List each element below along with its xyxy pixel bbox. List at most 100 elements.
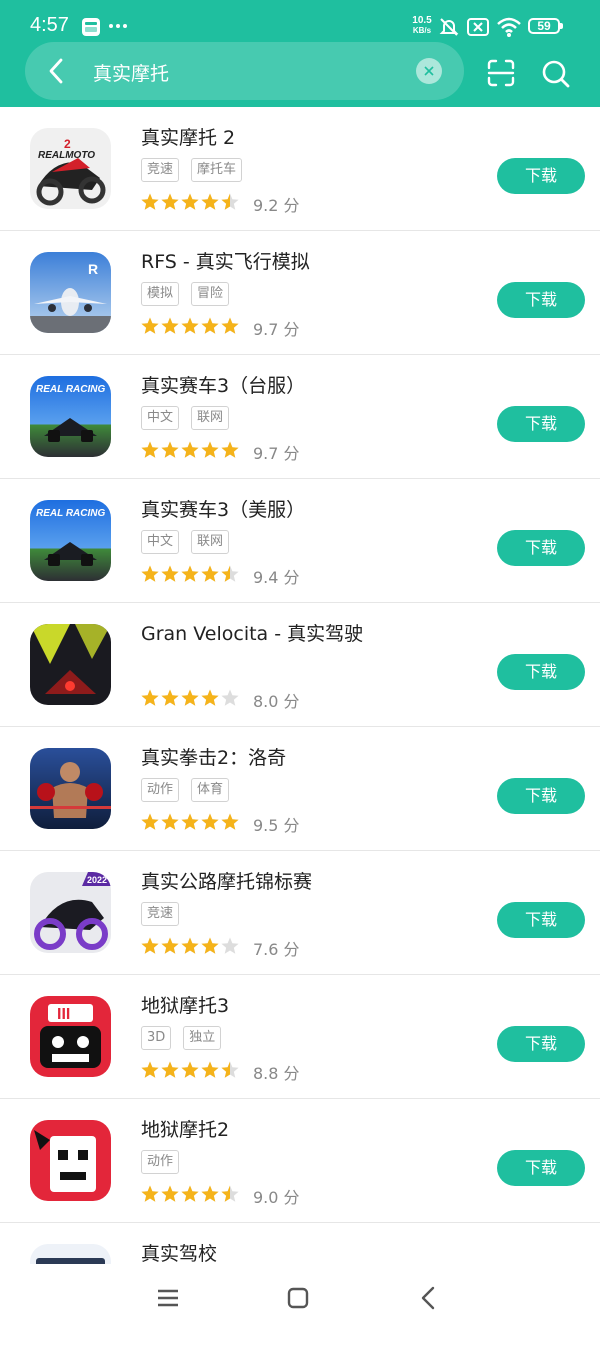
menu-icon[interactable] (156, 1286, 180, 1310)
search-box[interactable] (25, 42, 464, 100)
star-filled-icon (141, 441, 159, 458)
score: 8.8 分 (253, 1064, 300, 1083)
star-filled-icon (161, 565, 179, 582)
list-item[interactable]: 2022 真实公路摩托锦标赛 竞速 7.6 分 下载 (0, 851, 600, 975)
star-filled-icon (201, 813, 219, 830)
tag-group: 动作 (141, 1150, 191, 1174)
battery-icon: 59 (528, 18, 563, 34)
star-empty-icon (221, 689, 239, 706)
clear-search-button[interactable] (416, 58, 442, 84)
real-racing-3-icon: REAL RACING (30, 376, 111, 457)
tag-group: 动作 体育 (141, 778, 241, 802)
boxing-icon (30, 748, 111, 829)
star-filled-icon (221, 441, 239, 458)
list-item[interactable]: REALMOTO 2 真实摩托 2 竞速 摩托车 9.2 分 下载 (0, 107, 600, 231)
list-item[interactable]: 真实拳击2：洛奇 动作 体育 9.5 分 下载 (0, 727, 600, 851)
tag-group: 模拟 冒险 (141, 282, 241, 306)
back-icon[interactable] (418, 1286, 440, 1310)
download-button[interactable]: 下载 (497, 1150, 585, 1186)
back-arrow-icon[interactable] (44, 56, 68, 86)
star-filled-icon (201, 317, 219, 334)
tag: 中文 (141, 530, 180, 554)
star-rating (141, 689, 239, 706)
star-filled-icon (141, 317, 159, 334)
tag-group: 中文 联网 (141, 530, 241, 554)
tag: 竞速 (141, 158, 180, 182)
star-filled-icon (161, 689, 179, 706)
star-filled-icon (201, 441, 219, 458)
list-item[interactable]: Gran Velocita - 真实驾驶 8.0 分 下载 (0, 603, 600, 727)
star-rating (141, 1185, 239, 1202)
app-name[interactable]: 真实赛车3（台服） (141, 371, 305, 398)
download-button[interactable]: 下载 (497, 654, 585, 690)
list-item[interactable]: 地狱摩托2 动作 9.0 分 下载 (0, 1099, 600, 1223)
star-filled-icon (141, 1061, 159, 1078)
star-empty-icon (221, 937, 239, 954)
star-rating (141, 813, 239, 830)
list-item[interactable]: III 地狱摩托3 3D 独立 8.8 分 下载 (0, 975, 600, 1099)
tag: 动作 (141, 778, 180, 802)
star-filled-icon (201, 689, 219, 706)
star-filled-icon (141, 1185, 159, 1202)
star-filled-icon (201, 193, 219, 210)
score: 8.0 分 (253, 692, 300, 711)
star-filled-icon (181, 441, 199, 458)
star-filled-icon (161, 1061, 179, 1078)
wifi-icon (497, 17, 521, 37)
app-name[interactable]: 地狱摩托3 (141, 991, 229, 1018)
star-filled-icon (221, 317, 239, 334)
tag-group: 中文 联网 (141, 406, 241, 430)
app-name[interactable]: RFS - 真实飞行模拟 (141, 247, 310, 274)
star-rating (141, 1061, 239, 1078)
download-button[interactable]: 下载 (497, 1026, 585, 1062)
tag: 联网 (191, 530, 230, 554)
list-item[interactable]: REAL RACING 真实赛车3（台服） 中文 联网 9.7 分 下载 (0, 355, 600, 479)
star-filled-icon (181, 193, 199, 210)
search-input[interactable]: 真实摩托 (93, 59, 169, 86)
app-name[interactable]: 真实公路摩托锦标赛 (141, 867, 312, 894)
home-icon[interactable] (286, 1286, 310, 1310)
more-dots-icon (109, 24, 127, 28)
download-button[interactable]: 下载 (497, 282, 585, 318)
rfs-flight-icon: R (30, 252, 111, 333)
svg-text:R: R (88, 261, 98, 277)
download-button[interactable]: 下载 (497, 778, 585, 814)
list-item[interactable]: R RFS - 真实飞行模拟 模拟 冒险 9.7 分 下载 (0, 231, 600, 355)
app-name[interactable]: 真实摩托 2 (141, 123, 235, 150)
download-button[interactable]: 下载 (497, 158, 585, 194)
score: 9.4 分 (253, 568, 300, 587)
svg-text:REALMOTO: REALMOTO (38, 150, 95, 161)
icon-text: REAL RACING (36, 508, 105, 519)
tag-group: 3D 独立 (141, 1026, 233, 1050)
net-speed: 10.5 KB/s (412, 15, 432, 36)
app-name[interactable]: 地狱摩托2 (141, 1115, 229, 1142)
star-filled-icon (201, 1185, 219, 1202)
star-rating (141, 193, 239, 210)
star-filled-icon (221, 813, 239, 830)
star-filled-icon (141, 937, 159, 954)
app-name[interactable]: 真实驾校 (141, 1239, 217, 1266)
download-button[interactable]: 下载 (497, 530, 585, 566)
app-name[interactable]: Gran Velocita - 真实驾驶 (141, 619, 363, 646)
close-icon (424, 66, 434, 76)
star-filled-icon (181, 565, 199, 582)
star-filled-icon (141, 813, 159, 830)
score: 9.2 分 (253, 196, 300, 215)
top-header: 4:57 10.5 KB/s 59 真实摩托 (0, 0, 600, 107)
download-button[interactable]: 下载 (497, 406, 585, 442)
tag: 冒险 (191, 282, 230, 306)
app-name[interactable]: 真实拳击2：洛奇 (141, 743, 286, 770)
tag: 模拟 (141, 282, 180, 306)
download-button[interactable]: 下载 (497, 902, 585, 938)
icon-text: REAL RACING (36, 384, 105, 395)
star-rating (141, 565, 239, 582)
scan-icon[interactable] (487, 59, 515, 87)
search-icon[interactable] (541, 59, 571, 89)
list-item[interactable]: REAL RACING 真实赛车3（美服） 中文 联网 9.4 分 下载 (0, 479, 600, 603)
status-time: 4:57 (30, 14, 69, 36)
real-racing-3-icon: REAL RACING (30, 500, 111, 581)
star-filled-icon (181, 689, 199, 706)
tag: 竞速 (141, 902, 180, 926)
star-rating (141, 937, 239, 954)
app-name[interactable]: 真实赛车3（美服） (141, 495, 305, 522)
